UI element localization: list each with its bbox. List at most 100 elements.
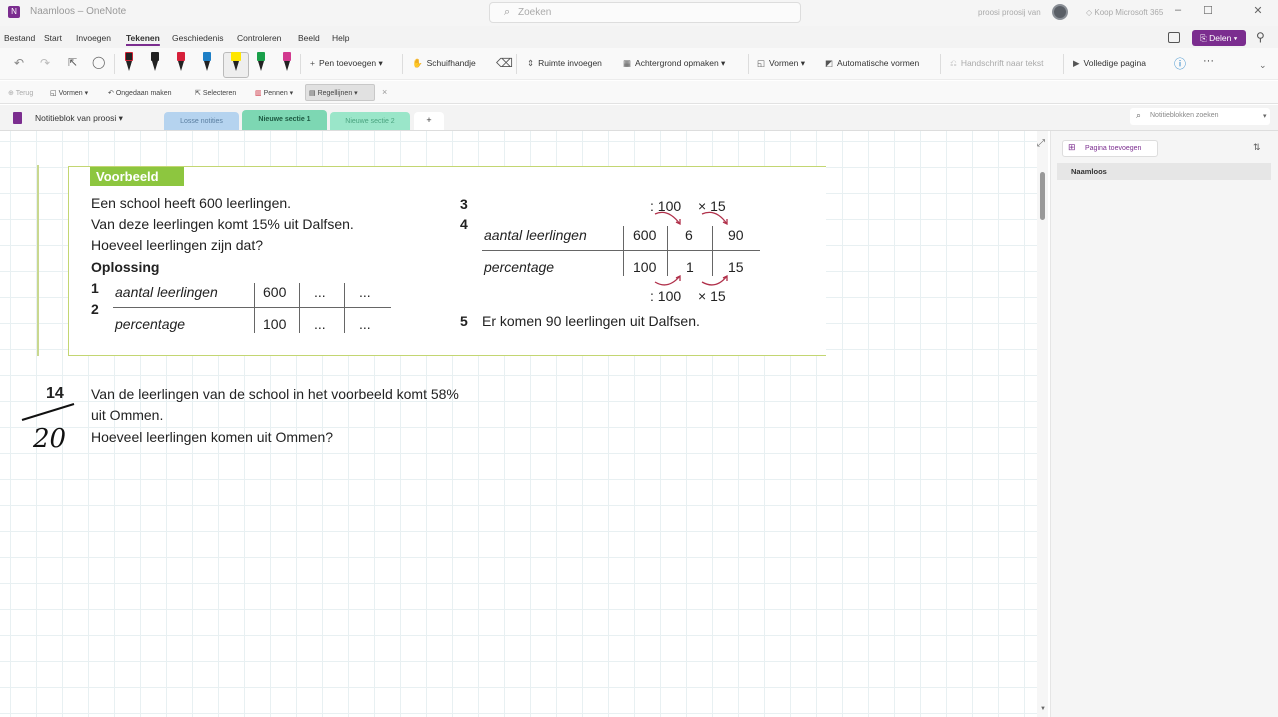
close-toolbar-icon[interactable]: × xyxy=(382,87,387,97)
shapes-icon: ◱ xyxy=(757,58,766,68)
blue-pen-icon[interactable] xyxy=(200,52,214,74)
red-pen-icon[interactable] xyxy=(174,52,188,74)
table-left-cell: ... xyxy=(359,316,371,332)
pink-pen-icon[interactable] xyxy=(280,52,294,74)
menu-tekenen[interactable]: Tekenen xyxy=(126,33,160,43)
share-button[interactable]: ⎘ Delen ▾ xyxy=(1192,30,1246,46)
menu-bestand[interactable]: Bestand xyxy=(4,33,35,43)
avatar[interactable] xyxy=(1052,4,1068,20)
minimize-button[interactable]: – xyxy=(1168,4,1188,16)
shapes-button[interactable]: ◱ Vormen ▾ xyxy=(757,58,805,69)
sort-icon[interactable]: ⇅ xyxy=(1253,142,1261,153)
chevron-down-icon[interactable]: ⌄ xyxy=(1259,60,1267,71)
ink-to-text-button[interactable]: ⎌ Handschrift naar tekst xyxy=(950,58,1044,69)
menu-controleren[interactable]: Controleren xyxy=(237,33,281,43)
undo-icon[interactable]: ↶ xyxy=(14,56,24,70)
step-number-3: 3 xyxy=(460,196,468,212)
hand-tool-button[interactable]: ✋ Schuifhandje xyxy=(412,58,476,69)
shapes-icon: ◱ xyxy=(50,90,57,97)
close-button[interactable]: ✕ xyxy=(1248,4,1268,17)
buy-microsoft-365-link[interactable]: ◇ Koop Microsoft 365 xyxy=(1086,8,1163,17)
help-icon[interactable]: ⓘ xyxy=(1174,55,1186,72)
expand-icon[interactable]: ⤢ xyxy=(1037,138,1045,149)
table-left-divider xyxy=(299,283,300,333)
solution-label: Oplossing xyxy=(91,259,160,275)
redo-icon[interactable]: ↷ xyxy=(40,56,50,70)
hand-icon: ✋ xyxy=(412,58,423,68)
menu-start[interactable]: Start xyxy=(44,33,62,43)
menu-beeld[interactable]: Beeld xyxy=(298,33,320,43)
question-line-2: Van deze leerlingen komt 15% uit Dalfsen… xyxy=(91,216,354,232)
divider xyxy=(1063,54,1064,74)
page-item[interactable]: Naamloos xyxy=(1057,163,1271,180)
scrollbar-thumb[interactable] xyxy=(1040,172,1045,220)
maximize-button[interactable]: ☐ xyxy=(1198,4,1218,17)
table-left-divider xyxy=(113,307,391,308)
select-button[interactable]: ⇱ Selecteren xyxy=(195,89,236,97)
exercise-number: 14 xyxy=(46,385,64,402)
step-number-4: 4 xyxy=(460,216,468,232)
auto-shapes-icon: ◩ xyxy=(825,58,834,68)
divider xyxy=(516,54,517,74)
divider xyxy=(940,54,941,74)
search-box[interactable]: ⌕ Zoeken xyxy=(489,2,801,23)
handwritten-fraction-line xyxy=(21,403,75,421)
onenote-logo-icon: N xyxy=(8,6,20,18)
menu-help[interactable]: Help xyxy=(332,33,349,43)
insert-space-button[interactable]: ⇕ Ruimte invoegen xyxy=(527,58,602,69)
yellow-highlighter-icon[interactable] xyxy=(229,52,243,74)
undo-stroke-button[interactable]: ↶ Ongedaan maken xyxy=(108,89,171,97)
ratio-arrows xyxy=(654,211,728,286)
background-format-button[interactable]: ▦ Achtergrond opmaken ▾ xyxy=(623,58,725,69)
more-options-button[interactable]: ··· xyxy=(1203,55,1214,67)
ink-to-text-icon: ⎌ xyxy=(950,58,957,68)
exercise-line-2: uit Ommen. xyxy=(91,407,164,423)
table-right-row2-label: percentage xyxy=(484,259,555,275)
notebook-search-input[interactable]: Notitieblokken zoeken xyxy=(1130,108,1270,125)
section-tab-losse-notities[interactable]: Losse notities xyxy=(164,112,239,130)
table-left-cell: ... xyxy=(359,284,371,300)
back-icon: ⊕ xyxy=(8,90,14,97)
section-tab-nieuwe-sectie-1[interactable]: Nieuwe sectie 1 xyxy=(242,110,327,130)
menu-invoegen[interactable]: Invoegen xyxy=(76,33,111,43)
add-pen-button[interactable]: + Pen toevoegen ▾ xyxy=(310,58,383,69)
lasso-icon[interactable]: ◯ xyxy=(92,55,105,69)
pens-icon: ▥ xyxy=(255,90,262,97)
pin-icon[interactable]: ⚲ xyxy=(1256,30,1265,44)
section-tab-nieuwe-sectie-2[interactable]: Nieuwe sectie 2 xyxy=(330,112,410,130)
table-left-divider xyxy=(344,283,345,333)
black-pen-icon[interactable] xyxy=(148,52,162,74)
background-icon: ▦ xyxy=(623,58,632,68)
full-page-button[interactable]: ▶ Volledige pagina xyxy=(1073,58,1146,69)
notebook-view-icon[interactable] xyxy=(1168,32,1180,43)
search-icon: ⌕ xyxy=(504,6,511,18)
window-title: Naamloos – OneNote xyxy=(30,6,127,17)
exercise-line-1: Van de leerlingen van de school in het v… xyxy=(91,386,459,402)
eraser-icon[interactable]: ⌫ xyxy=(496,56,513,70)
black-pen-icon[interactable] xyxy=(122,52,136,74)
scroll-down-icon[interactable]: ▼ xyxy=(1040,706,1046,712)
menu-geschiedenis[interactable]: Geschiedenis xyxy=(172,33,224,43)
undo-icon: ↶ xyxy=(108,90,114,97)
table-left-cell: ... xyxy=(314,284,326,300)
select-pointer-icon[interactable]: ⇱ xyxy=(68,56,77,69)
step-number-2: 2 xyxy=(91,301,99,317)
table-right-divider xyxy=(623,226,624,276)
table-left-divider xyxy=(254,283,255,333)
chevron-down-icon[interactable]: ▾ xyxy=(1263,112,1267,120)
pointer-icon: ⇱ xyxy=(195,90,201,97)
search-icon: ⌕ xyxy=(1136,110,1142,120)
notebook-selector[interactable]: Notitieblok van proosi ▾ xyxy=(35,113,123,124)
user-name[interactable]: proosi proosij van xyxy=(978,8,1041,17)
table-left-cell: 600 xyxy=(263,284,287,300)
table-left-row2-label: percentage xyxy=(115,316,186,332)
back-button[interactable]: ⊕ Terug xyxy=(8,89,33,97)
shapes-sub-button[interactable]: ◱ Vormen ▾ xyxy=(50,89,88,97)
add-section-button[interactable]: + xyxy=(414,112,444,130)
table-left-cell: 100 xyxy=(263,316,287,332)
question-line-1: Een school heeft 600 leerlingen. xyxy=(91,195,292,211)
green-pen-icon[interactable] xyxy=(254,52,268,74)
auto-shapes-button[interactable]: ◩ Automatische vormen xyxy=(825,58,919,69)
pens-button[interactable]: ▥ Pennen ▾ xyxy=(255,89,293,97)
add-page-button[interactable]: Pagina toevoegen xyxy=(1062,140,1158,157)
